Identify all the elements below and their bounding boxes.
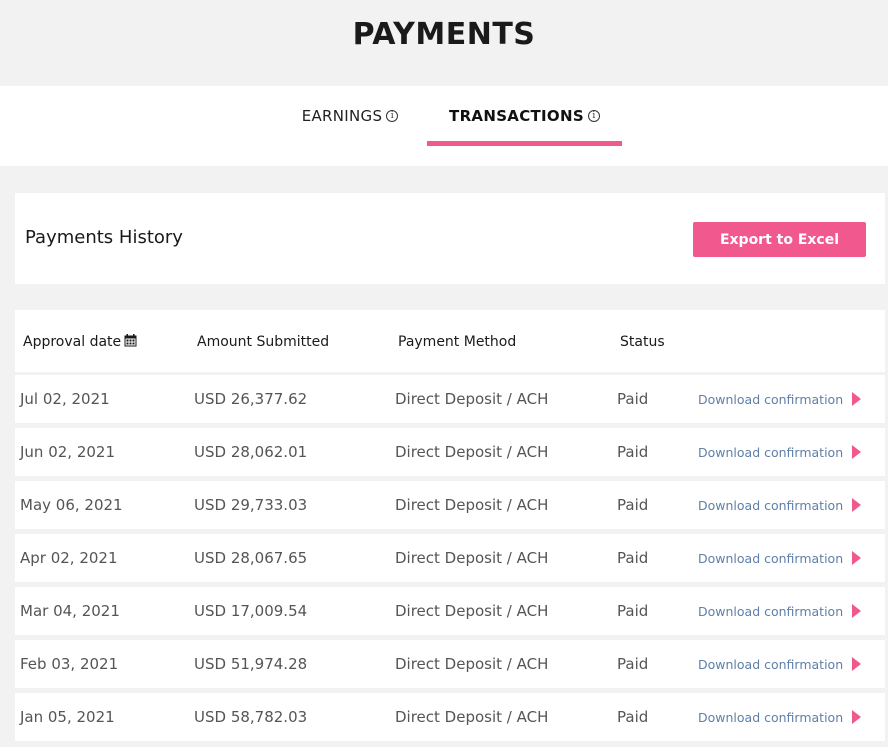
play-arrow-icon[interactable] — [852, 604, 861, 618]
cell-amount: USD 58,782.03 — [194, 708, 308, 726]
cell-payment-method: Direct Deposit / ACH — [395, 549, 549, 567]
cell-payment-method: Direct Deposit / ACH — [395, 708, 549, 726]
column-header-payment-method: Payment Method — [398, 334, 517, 350]
info-icon[interactable]: i — [587, 110, 600, 122]
column-header-label: Approval date — [23, 334, 122, 350]
cell-approval-date: Apr 02, 2021 — [20, 549, 118, 567]
download-confirmation-link[interactable]: Download confirmation — [698, 445, 843, 460]
table-row: May 06, 2021 USD 29,733.03 Direct Deposi… — [15, 481, 885, 529]
download-confirmation-link[interactable]: Download confirmation — [698, 657, 843, 672]
cell-approval-date: Mar 04, 2021 — [20, 602, 120, 620]
cell-status: Paid — [617, 549, 649, 567]
cell-status: Paid — [617, 602, 649, 620]
cell-amount: USD 28,062.01 — [194, 443, 308, 461]
divider-strip — [0, 146, 888, 166]
payments-history-card: Payments History Export to Excel — [15, 193, 885, 284]
cell-amount: USD 29,733.03 — [194, 496, 308, 514]
calendar-icon[interactable] — [124, 334, 137, 347]
table-row: Jul 02, 2021 USD 26,377.62 Direct Deposi… — [15, 375, 885, 423]
cell-payment-method: Direct Deposit / ACH — [395, 390, 549, 408]
play-arrow-icon[interactable] — [852, 498, 861, 512]
play-arrow-icon[interactable] — [852, 445, 861, 459]
payments-history-title: Payments History — [25, 227, 183, 248]
download-confirmation-link[interactable]: Download confirmation — [698, 551, 843, 566]
table-row: Mar 04, 2021 USD 17,009.54 Direct Deposi… — [15, 587, 885, 635]
download-confirmation-link[interactable]: Download confirmation — [698, 710, 843, 725]
column-header-approval-date[interactable]: Approval date — [23, 334, 137, 350]
cell-payment-method: Direct Deposit / ACH — [395, 496, 549, 514]
cell-amount: USD 28,067.65 — [194, 549, 308, 567]
play-arrow-icon[interactable] — [852, 710, 861, 724]
cell-approval-date: Jul 02, 2021 — [20, 390, 110, 408]
table-row: Jun 02, 2021 USD 28,062.01 Direct Deposi… — [15, 428, 885, 476]
cell-approval-date: May 06, 2021 — [20, 496, 123, 514]
cell-status: Paid — [617, 390, 649, 408]
page-title: PAYMENTS — [352, 17, 536, 52]
table-row: Jan 05, 2021 USD 58,782.03 Direct Deposi… — [15, 693, 885, 741]
download-confirmation-link[interactable]: Download confirmation — [698, 392, 843, 407]
cell-status: Paid — [617, 496, 649, 514]
tab-transactions-label: TRANSACTIONS — [449, 107, 584, 125]
cell-amount: USD 26,377.62 — [194, 390, 308, 408]
play-arrow-icon[interactable] — [852, 551, 861, 565]
table-header: Approval date Amount Submitted Payment M… — [15, 310, 885, 372]
cell-amount: USD 17,009.54 — [194, 602, 308, 620]
cell-approval-date: Jun 02, 2021 — [20, 443, 116, 461]
column-header-status: Status — [620, 334, 665, 350]
cell-payment-method: Direct Deposit / ACH — [395, 443, 549, 461]
tab-earnings[interactable]: EARNINGS i — [290, 86, 410, 146]
cell-status: Paid — [617, 708, 649, 726]
cell-status: Paid — [617, 655, 649, 673]
play-arrow-icon[interactable] — [852, 392, 861, 406]
cell-status: Paid — [617, 443, 649, 461]
tab-bar: EARNINGS i TRANSACTIONS i — [0, 86, 888, 146]
cell-payment-method: Direct Deposit / ACH — [395, 602, 549, 620]
tab-earnings-label: EARNINGS — [301, 107, 383, 125]
tab-transactions[interactable]: TRANSACTIONS i — [427, 86, 622, 146]
cell-approval-date: Feb 03, 2021 — [20, 655, 119, 673]
cell-payment-method: Direct Deposit / ACH — [395, 655, 549, 673]
table-row: Feb 03, 2021 USD 51,974.28 Direct Deposi… — [15, 640, 885, 688]
download-confirmation-link[interactable]: Download confirmation — [698, 498, 843, 513]
cell-approval-date: Jan 05, 2021 — [20, 708, 115, 726]
table-row: Apr 02, 2021 USD 28,067.65 Direct Deposi… — [15, 534, 885, 582]
download-confirmation-link[interactable]: Download confirmation — [698, 604, 843, 619]
page-header: PAYMENTS — [0, 0, 888, 86]
play-arrow-icon[interactable] — [852, 657, 861, 671]
cell-amount: USD 51,974.28 — [194, 655, 308, 673]
export-to-excel-button[interactable]: Export to Excel — [693, 222, 866, 257]
info-icon[interactable]: i — [386, 110, 399, 122]
column-header-amount-submitted: Amount Submitted — [197, 334, 330, 350]
